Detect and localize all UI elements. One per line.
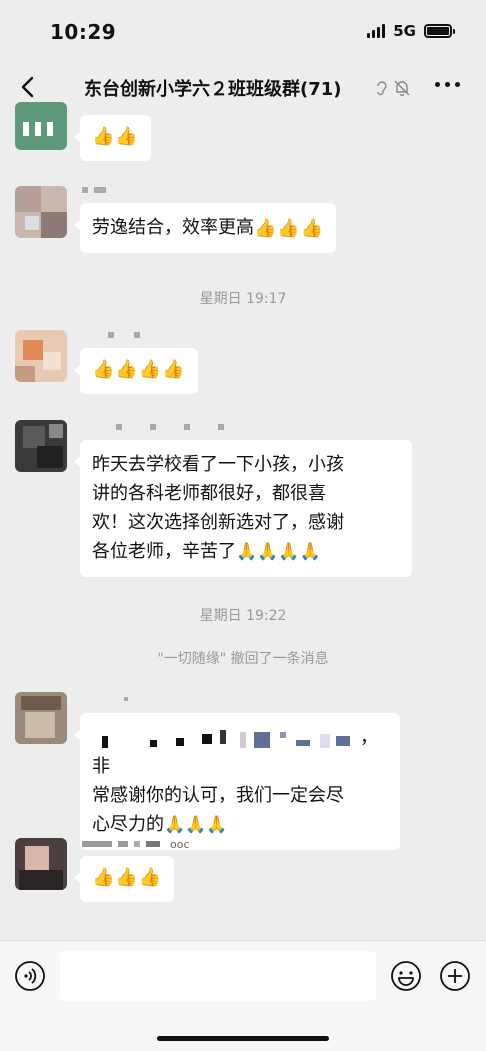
avatar[interactable]: [15, 186, 67, 238]
pray-emoji: 🙏: [164, 814, 186, 835]
message-text: 昨天去学校看了一下小孩，小孩: [92, 454, 344, 475]
message-bubble: 👍👍👍👍: [74, 348, 198, 394]
thumbs-up-emoji: 👍: [115, 125, 138, 147]
message-bubble: 昨天去学校看了一下小孩，小孩 讲的各科老师都很好，都很喜 欢！这次选择创新选对了…: [74, 440, 412, 577]
title-status-icons: [375, 79, 411, 97]
message-input[interactable]: [60, 951, 376, 1001]
nav-bar: 东台创新小学六２班班级群(71): [0, 62, 486, 112]
pray-emoji: 🙏: [299, 541, 321, 562]
ear-icon: [377, 81, 387, 96]
thumbs-up-emoji: 👍: [300, 217, 324, 239]
home-indicator: [157, 1036, 329, 1041]
input-bar: [0, 940, 486, 1051]
avatar[interactable]: [15, 838, 67, 890]
message-text: 各位老师，辛苦了: [92, 541, 236, 562]
message-bubble: ，非 常感谢你的认可，我们一定会尽 心尽力的🙏🙏🙏: [74, 713, 400, 850]
avatar[interactable]: [15, 420, 67, 472]
sender-name: ooc: [82, 837, 190, 851]
thumbs-up-emoji: 👍: [92, 358, 115, 380]
avatar[interactable]: [15, 692, 67, 744]
network-type: 5G: [393, 22, 416, 40]
thumbs-up-emoji: 👍: [92, 866, 115, 888]
recall-notice: "一切随缘" 撤回了一条消息: [157, 651, 329, 667]
pray-emoji: 🙏: [257, 541, 279, 562]
thumbs-up-emoji: 👍: [115, 358, 138, 380]
pray-emoji: 🙏: [206, 814, 228, 835]
timestamp: 星期日 19:17: [199, 291, 287, 307]
thumbs-up-emoji: 👍: [277, 217, 300, 239]
thumbs-up-emoji: 👍: [254, 217, 277, 239]
message-bubble: 劳逸结合，效率更高👍👍👍: [73, 203, 337, 253]
signal-icon: [367, 24, 386, 38]
thumbs-up-emoji: 👍: [138, 358, 162, 380]
thumbs-up-emoji: 👍: [138, 866, 162, 888]
message-bubble: 👍👍: [74, 115, 151, 161]
bell-slash-icon: [394, 80, 410, 97]
pray-emoji: 🙏: [185, 814, 207, 835]
sender-name: [82, 187, 106, 195]
message-text: 常感谢你的认可，我们一定会尽: [92, 785, 344, 806]
battery-icon: [424, 24, 455, 38]
pray-emoji: 🙏: [236, 541, 258, 562]
thumbs-up-emoji: 👍: [162, 358, 185, 380]
chat-title: 东台创新小学六２班班级群(71): [84, 79, 342, 100]
sender-name: [108, 332, 140, 340]
message-text: 心尽力的: [92, 814, 164, 835]
thumbs-up-emoji: 👍: [115, 866, 138, 888]
redacted-text: [92, 726, 360, 750]
plus-icon[interactable]: [439, 960, 471, 992]
status-bar: 10:29 5G: [0, 0, 486, 62]
sender-name: [116, 424, 224, 432]
message-text: 讲的各科老师都很好，都很喜: [92, 483, 326, 504]
emoji-icon[interactable]: [390, 960, 422, 992]
message-bubble: 👍👍👍: [73, 856, 175, 902]
pray-emoji: 🙏: [278, 541, 300, 562]
sender-name-fragment: ooc: [170, 837, 190, 851]
chevron-left-icon[interactable]: [14, 72, 44, 102]
timestamp: 星期日 19:22: [199, 608, 287, 624]
sender-name: [124, 697, 128, 705]
thumbs-up-emoji: 👍: [92, 125, 115, 147]
avatar[interactable]: [15, 102, 67, 150]
message-text: 劳逸结合，效率更高: [92, 217, 254, 238]
status-time: 10:29: [50, 20, 117, 44]
more-icon[interactable]: [435, 82, 460, 87]
status-indicators: 5G: [367, 22, 455, 40]
message-text: 欢！这次选择创新选对了，感谢: [92, 512, 344, 533]
voice-icon[interactable]: [14, 960, 46, 992]
avatar[interactable]: [15, 330, 67, 382]
